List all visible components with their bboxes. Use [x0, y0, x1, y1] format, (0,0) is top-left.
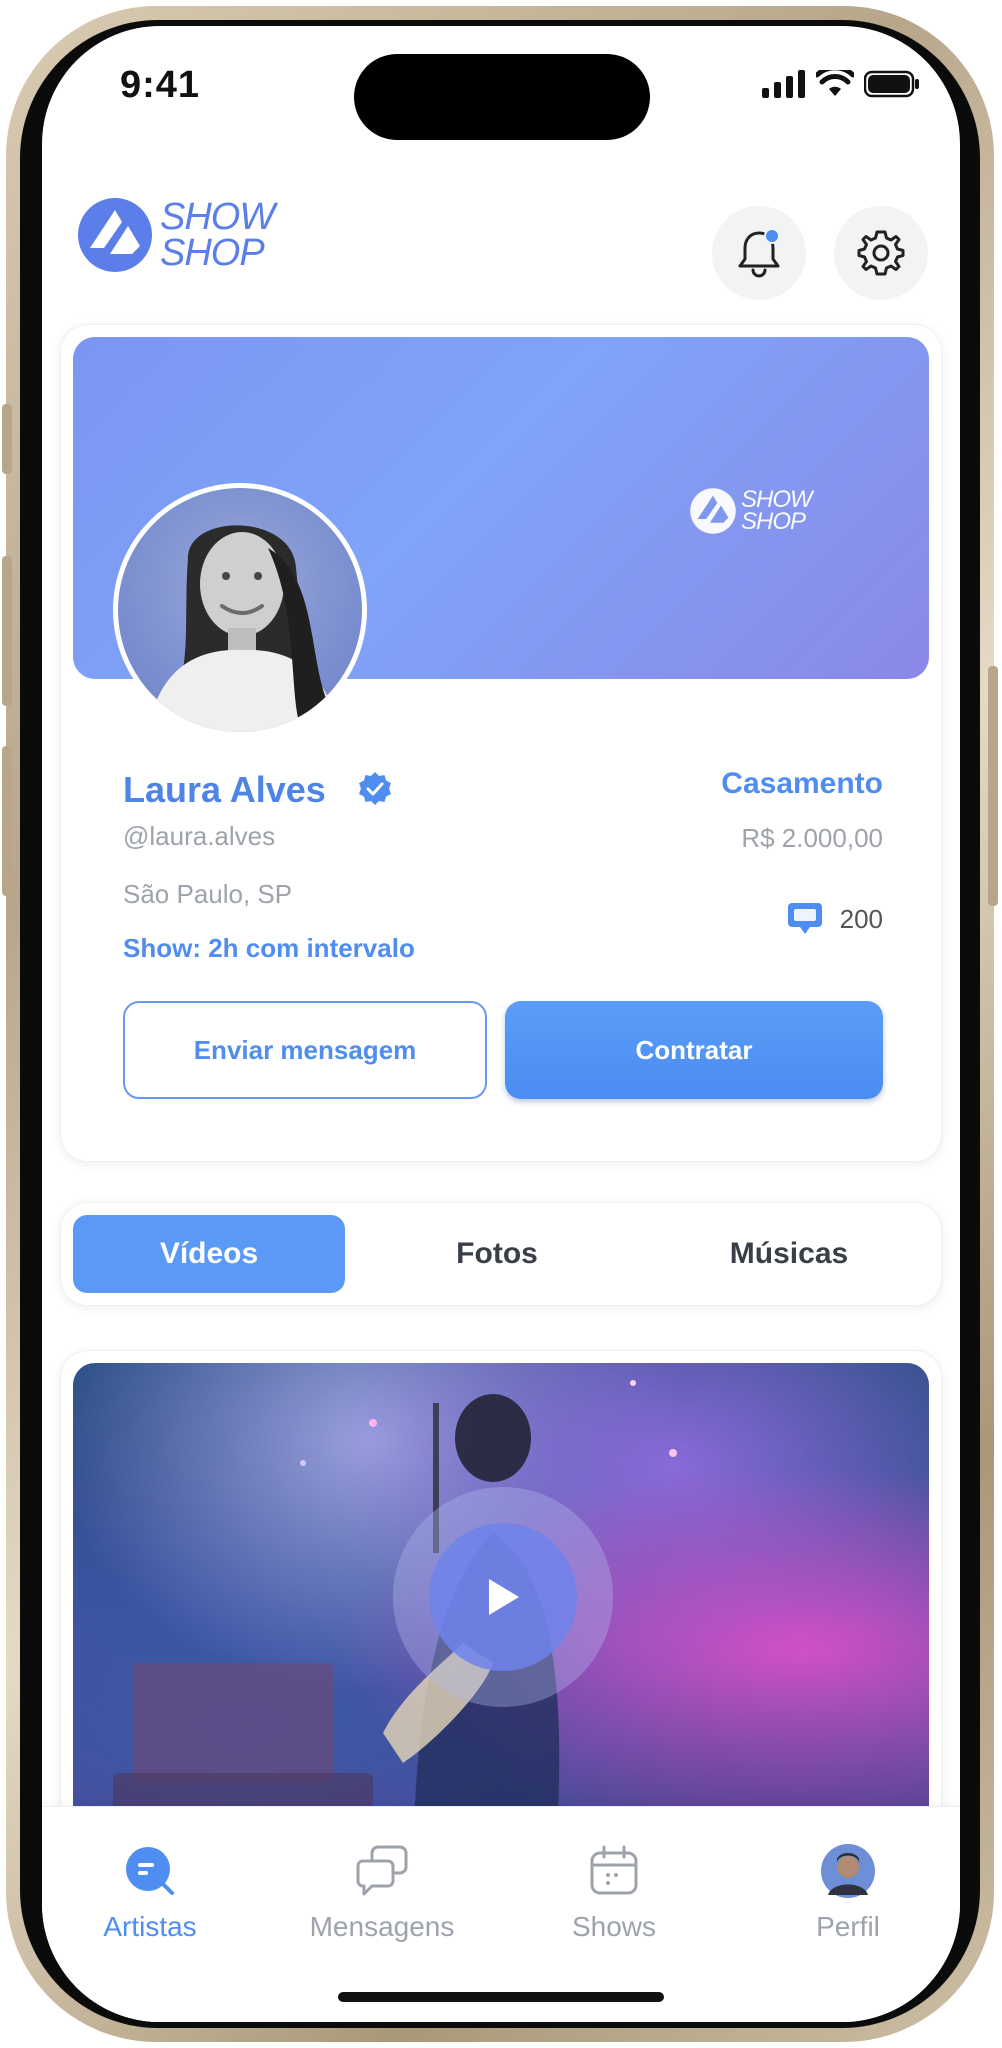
bell-icon — [738, 228, 780, 278]
send-message-button[interactable]: Enviar mensagem — [123, 1001, 487, 1099]
nav-label-artists: Artistas — [103, 1911, 197, 1942]
nav-item-artists[interactable]: Artistas — [50, 1843, 250, 1943]
nav-label-messages: Mensagens — [309, 1911, 455, 1942]
comments-count[interactable]: 200 — [786, 901, 883, 937]
search-chat-icon — [126, 1847, 174, 1895]
cellular-signal-icon — [762, 70, 805, 98]
play-button[interactable] — [393, 1487, 613, 1707]
notifications-button[interactable] — [712, 206, 806, 300]
showshop-logo-icon — [690, 488, 736, 534]
profile-card: SHOW SHOP Laura Alves @laura.alves São P… — [60, 324, 942, 1162]
comments-count-value: 200 — [839, 903, 883, 934]
status-time: 9:41 — [120, 64, 201, 106]
cover-logo: SHOW SHOP — [689, 487, 813, 535]
cover-logo-text-shop: SHOP — [741, 508, 806, 535]
settings-button[interactable] — [834, 206, 928, 300]
nav-item-profile[interactable]: Perfil — [748, 1843, 948, 1943]
chat-bubbles-icon — [356, 1845, 408, 1896]
logo-text-show: SHOW — [160, 196, 275, 238]
power-button — [988, 666, 998, 906]
play-icon — [489, 1579, 519, 1615]
tab-photos[interactable]: Fotos — [361, 1215, 633, 1293]
nav-label-shows: Shows — [571, 1911, 657, 1942]
profile-avatar[interactable] — [113, 483, 367, 737]
home-indicator — [338, 1992, 664, 2002]
volume-down-button — [2, 746, 12, 896]
artist-location: São Paulo, SP — [123, 879, 293, 909]
bottom-navigation: Artistas Mensagens Shows Perfil — [42, 1806, 960, 2022]
gear-icon — [857, 230, 905, 276]
hire-button[interactable]: Contratar — [505, 1001, 883, 1099]
status-bar: 9:41 — [42, 26, 960, 146]
status-icons — [762, 70, 920, 98]
avatar — [821, 1844, 875, 1898]
nav-item-messages[interactable]: Mensagens — [282, 1843, 482, 1943]
show-price: R$ 2.000,00 — [741, 823, 883, 853]
app-logo[interactable]: SHOW SHOP — [76, 196, 275, 274]
dynamic-island — [354, 54, 650, 140]
verified-badge-icon — [359, 772, 391, 805]
artist-name: Laura Alves — [123, 769, 326, 810]
battery-icon — [864, 70, 919, 98]
tab-videos[interactable]: Vídeos — [73, 1215, 345, 1293]
portrait-illustration — [148, 525, 338, 732]
logo-text-shop: SHOP — [160, 232, 265, 274]
app-header: SHOW SHOP — [42, 186, 960, 300]
nav-item-shows[interactable]: Shows — [514, 1843, 714, 1943]
mute-switch — [2, 404, 12, 474]
tab-music[interactable]: Músicas — [653, 1215, 925, 1293]
wifi-icon — [816, 70, 854, 96]
volume-up-button — [2, 556, 12, 706]
event-type: Casamento — [721, 767, 883, 800]
media-tabs: Vídeos Fotos Músicas — [60, 1202, 942, 1306]
calendar-icon — [590, 1845, 638, 1895]
nav-label-profile: Perfil — [816, 1911, 880, 1942]
video-thumbnail[interactable] — [73, 1363, 929, 1883]
profile-photo — [118, 488, 362, 732]
comment-icon — [787, 903, 822, 934]
screen: 9:41 SHOW SHOP SHOW SHOP Laura Alves @la… — [42, 26, 960, 2022]
showshop-logo-icon — [78, 198, 152, 272]
show-duration: Show: 2h com intervalo — [123, 933, 415, 963]
artist-handle: @laura.alves — [123, 821, 276, 851]
